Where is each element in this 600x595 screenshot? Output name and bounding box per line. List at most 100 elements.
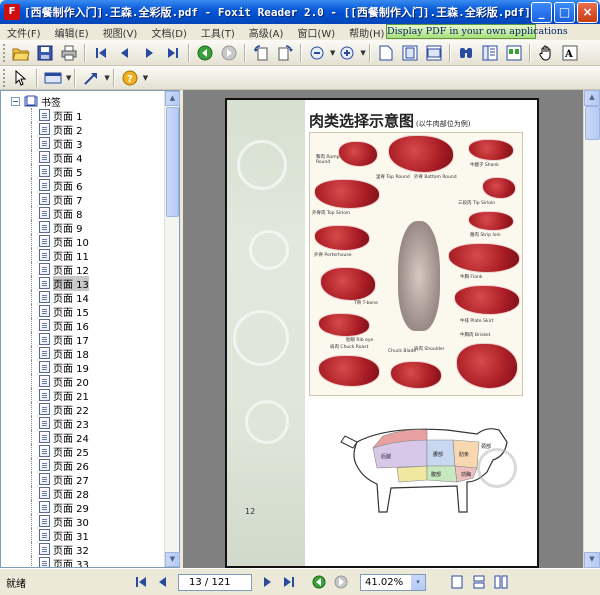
chevron-down-icon[interactable]: ▾ <box>411 574 425 590</box>
promo-banner[interactable]: Display PDF in your own applications <box>386 24 568 39</box>
menu-window[interactable]: 窗口(W) <box>290 25 342 40</box>
bookmark-item[interactable]: 页面 16 <box>1 318 164 333</box>
bookmark-item[interactable]: 页面 17 <box>1 332 164 347</box>
comment-tool-button[interactable] <box>42 67 64 89</box>
bookmark-item[interactable]: 页面 29 <box>1 500 164 515</box>
prev-page-button[interactable] <box>114 42 136 64</box>
menu-help[interactable]: 帮助(H) <box>342 25 391 40</box>
continuous-view-button[interactable] <box>470 573 488 591</box>
document-scrollbar[interactable]: ▲ ▼ <box>583 90 600 568</box>
collapse-icon[interactable]: − <box>11 96 20 106</box>
menu-advanced[interactable]: 高级(A) <box>242 25 291 40</box>
bookmark-item[interactable]: 页面 25 <box>1 444 164 459</box>
bookmark-item[interactable]: 页面 20 <box>1 374 164 389</box>
maximize-button[interactable]: □ <box>554 1 575 23</box>
bookmark-item[interactable]: 页面 4 <box>1 150 164 165</box>
bookmark-item[interactable]: 页面 30 <box>1 514 164 529</box>
status-next-page-button[interactable] <box>258 573 276 591</box>
bookmark-root[interactable]: − 书签 <box>1 94 164 109</box>
help-button[interactable]: ? <box>119 67 141 89</box>
scroll-thumb[interactable] <box>585 106 600 140</box>
chevron-down-icon[interactable]: ▼ <box>66 74 71 82</box>
go-back-button[interactable] <box>194 42 216 64</box>
toolbar-grip[interactable] <box>3 68 6 87</box>
single-page-view-button[interactable] <box>448 573 466 591</box>
single-page-button[interactable] <box>375 42 397 64</box>
menu-file[interactable]: 文件(F) <box>0 25 48 40</box>
bookmark-item[interactable]: 页面 10 <box>1 234 164 249</box>
scroll-up-button[interactable]: ▲ <box>165 91 180 106</box>
bookmark-item[interactable]: 页面 27 <box>1 472 164 487</box>
open-button[interactable] <box>10 42 32 64</box>
status-first-page-button[interactable] <box>132 573 150 591</box>
status-last-page-button[interactable] <box>280 573 298 591</box>
bookmark-item[interactable]: 页面 21 <box>1 388 164 403</box>
bookmark-item[interactable]: 页面 1 <box>1 108 164 123</box>
chevron-down-icon[interactable]: ▼ <box>143 74 148 82</box>
save-button[interactable] <box>34 42 56 64</box>
menu-tools[interactable]: 工具(T) <box>194 25 242 40</box>
hand-tool-button[interactable] <box>535 42 557 64</box>
chevron-down-icon[interactable]: ▼ <box>360 49 365 57</box>
bookmarks-scrollbar[interactable]: ▲ ▼ <box>164 91 180 567</box>
fit-width-button[interactable] <box>423 42 445 64</box>
bookmark-item[interactable]: 页面 9 <box>1 220 164 235</box>
bookmark-item[interactable]: 页面 14 <box>1 290 164 305</box>
bookmarks-button[interactable] <box>479 42 501 64</box>
page-number-field[interactable]: 13 / 121 <box>178 573 252 591</box>
last-page-button[interactable] <box>162 42 184 64</box>
status-prev-page-button[interactable] <box>154 573 172 591</box>
bookmark-item[interactable]: 页面 31 <box>1 528 164 543</box>
foxit-app-icon[interactable]: F <box>4 4 20 20</box>
bookmark-item[interactable]: 页面 7 <box>1 192 164 207</box>
bookmark-item[interactable]: 页面 26 <box>1 458 164 473</box>
scroll-down-button[interactable]: ▼ <box>584 552 600 568</box>
scroll-thumb[interactable] <box>166 107 179 217</box>
menu-edit[interactable]: 编辑(E) <box>48 25 96 40</box>
chevron-down-icon[interactable]: ▼ <box>104 74 109 82</box>
minimize-button[interactable]: _ <box>531 1 552 23</box>
bookmark-item[interactable]: 页面 28 <box>1 486 164 501</box>
document-view[interactable]: 肉类选择示意图 (以牛肉部位为例) 臀肉 Rump Round 里脊 Top Ro… <box>183 90 600 568</box>
toolbar-grip[interactable] <box>3 43 6 62</box>
zoom-out-button[interactable] <box>306 42 328 64</box>
bookmark-item[interactable]: 页面 3 <box>1 136 164 151</box>
thumbnails-button[interactable] <box>503 42 525 64</box>
bookmark-item[interactable]: 页面 33 <box>1 556 164 567</box>
rotate-left-button[interactable] <box>250 42 272 64</box>
bookmark-item[interactable]: 页面 19 <box>1 360 164 375</box>
zoom-in-button[interactable] <box>336 42 358 64</box>
bookmark-item[interactable]: 页面 8 <box>1 206 164 221</box>
bookmark-item[interactable]: 页面 32 <box>1 542 164 557</box>
menu-document[interactable]: 文档(D) <box>144 25 194 40</box>
zoom-level-field[interactable]: 41.02% ▾ <box>360 573 426 591</box>
arrow-tool-button[interactable] <box>80 67 102 89</box>
bookmark-item[interactable]: 页面 23 <box>1 416 164 431</box>
bookmark-item[interactable]: 页面 11 <box>1 248 164 263</box>
select-tool-button[interactable] <box>10 67 32 89</box>
status-go-back-button[interactable] <box>310 573 328 591</box>
first-page-button[interactable] <box>90 42 112 64</box>
bookmark-item[interactable]: 页面 2 <box>1 122 164 137</box>
close-button[interactable]: × <box>577 1 598 23</box>
bookmark-item[interactable]: 页面 6 <box>1 178 164 193</box>
rotate-right-button[interactable] <box>274 42 296 64</box>
bookmark-item[interactable]: 页面 12 <box>1 262 164 277</box>
bookmark-item[interactable]: 页面 15 <box>1 304 164 319</box>
bookmark-item[interactable]: 页面 5 <box>1 164 164 179</box>
bookmark-item[interactable]: 页面 24 <box>1 430 164 445</box>
next-page-button[interactable] <box>138 42 160 64</box>
go-forward-button[interactable] <box>218 42 240 64</box>
scroll-down-button[interactable]: ▼ <box>165 552 180 567</box>
menu-view[interactable]: 视图(V) <box>96 25 145 40</box>
text-select-button[interactable]: A <box>559 42 581 64</box>
print-button[interactable] <box>58 42 80 64</box>
bookmark-item[interactable]: 页面 22 <box>1 402 164 417</box>
bookmark-item[interactable]: 页面 18 <box>1 346 164 361</box>
chevron-down-icon[interactable]: ▼ <box>330 49 335 57</box>
find-button[interactable] <box>455 42 477 64</box>
status-go-forward-button[interactable] <box>332 573 350 591</box>
scroll-up-button[interactable]: ▲ <box>584 90 600 106</box>
fit-page-button[interactable] <box>399 42 421 64</box>
bookmark-item[interactable]: 页面 13 <box>1 275 164 291</box>
